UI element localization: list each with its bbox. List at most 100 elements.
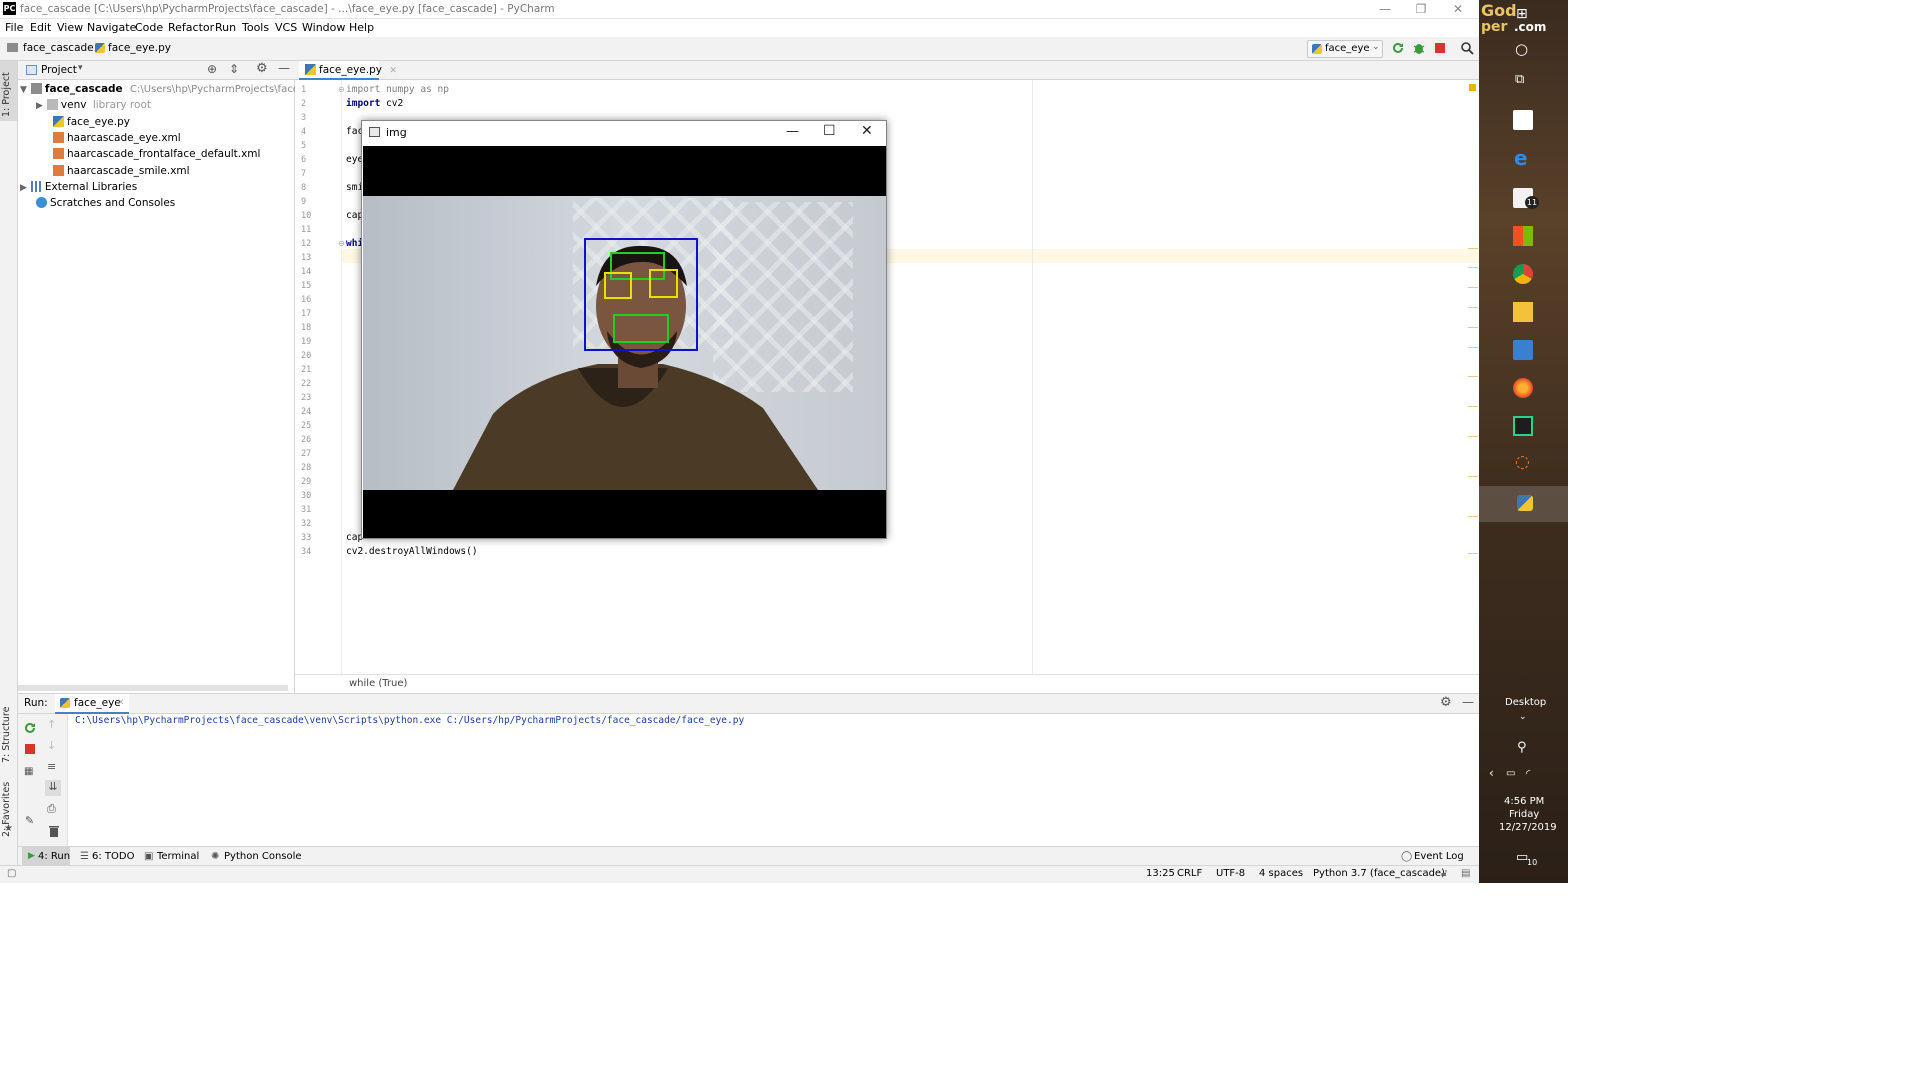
fold-icon[interactable]: ⊖: [338, 85, 345, 94]
structure-tab[interactable]: 7: Structure: [1, 697, 17, 763]
chrome-icon[interactable]: [1513, 264, 1533, 284]
remote-desktop-icon[interactable]: [1513, 340, 1533, 360]
restore-icon[interactable]: ❐: [1403, 0, 1439, 19]
clock-day[interactable]: Friday: [1509, 809, 1539, 820]
lock-icon[interactable]: 🔓︎: [1441, 868, 1447, 879]
caret-position[interactable]: 13:25: [1146, 868, 1175, 879]
menu-navigate[interactable]: Navigate: [87, 21, 136, 34]
chevron-down-icon[interactable]: ⌄: [1519, 712, 1527, 722]
up-arrow-icon[interactable]: ↑: [47, 718, 61, 732]
line-separator[interactable]: CRLF: [1177, 868, 1202, 879]
soft-wrap-icon[interactable]: ≡: [47, 760, 61, 774]
menu-file[interactable]: File: [5, 21, 23, 34]
pycharm-taskbar-icon[interactable]: [1513, 416, 1533, 436]
code-line-34[interactable]: cv2.destroyAllWindows(): [346, 546, 478, 557]
close-icon[interactable]: ✕: [861, 123, 873, 139]
run-tool-tab[interactable]: ▶ 4: Run: [22, 847, 70, 866]
rerun-icon[interactable]: [23, 721, 37, 735]
minimize-icon[interactable]: —: [786, 124, 799, 139]
store-icon[interactable]: [1513, 226, 1533, 246]
calendar-icon[interactable]: [1513, 110, 1533, 130]
firefox-icon[interactable]: [1513, 378, 1533, 398]
pin-icon[interactable]: ✎: [25, 814, 39, 828]
people-icon[interactable]: ⚲: [1517, 740, 1527, 755]
event-log-tool-tab[interactable]: Event Log: [1414, 851, 1464, 862]
error-stripe[interactable]: [1465, 80, 1479, 674]
menu-view[interactable]: View: [57, 21, 83, 34]
rerun-icon[interactable]: [1391, 41, 1405, 55]
memory-indicator-icon[interactable]: ▤: [1461, 868, 1470, 879]
tree-item-venv[interactable]: ▶ venv library root: [36, 97, 151, 113]
file-encoding[interactable]: UTF-8: [1216, 868, 1245, 879]
collapse-all-icon[interactable]: ⇕: [229, 62, 239, 76]
code-line-1[interactable]: import numpy as np: [346, 84, 449, 95]
hide-panel-icon[interactable]: —: [278, 61, 290, 75]
stop-icon[interactable]: [23, 742, 37, 756]
clock-time[interactable]: 4:56 PM: [1504, 796, 1544, 807]
code-line-2[interactable]: import cv2: [346, 98, 403, 109]
tree-item-file[interactable]: haarcascade_eye.xml: [53, 130, 181, 146]
close-icon[interactable]: ✕: [1440, 0, 1476, 19]
horizontal-scrollbar[interactable]: [18, 685, 288, 691]
python-interpreter[interactable]: Python 3.7 (face_cascade): [1313, 868, 1445, 879]
desktop-label[interactable]: Desktop: [1505, 697, 1546, 708]
chevron-left-icon[interactable]: ‹: [1489, 766, 1494, 780]
nav-project[interactable]: face_cascade: [23, 42, 94, 54]
terminal-tool-tab[interactable]: Terminal: [157, 851, 199, 862]
img-window[interactable]: img — ☐ ✕: [361, 120, 887, 539]
run-config-select[interactable]: face_eye ⌄: [1307, 40, 1383, 58]
cortana-icon[interactable]: ○: [1515, 40, 1528, 58]
chevron-down-icon[interactable]: ▾: [78, 63, 83, 73]
layout-icon[interactable]: ▦: [24, 766, 38, 780]
active-task-highlight[interactable]: [1479, 486, 1568, 522]
tool-windows-toggle-icon[interactable]: ▢: [7, 868, 16, 879]
minimize-icon[interactable]: —: [1367, 0, 1403, 19]
down-arrow-icon[interactable]: ↓: [47, 739, 61, 753]
hide-panel-icon[interactable]: —: [1462, 695, 1474, 709]
wifi-icon[interactable]: ◜: [1526, 767, 1530, 780]
print-icon[interactable]: ⎙: [47, 802, 61, 816]
tree-item-external-libraries[interactable]: ▶ External Libraries: [20, 179, 137, 195]
locate-icon[interactable]: ⊕: [207, 62, 217, 76]
search-icon[interactable]: [1460, 41, 1474, 55]
clock-date[interactable]: 12/27/2019: [1499, 822, 1557, 833]
menu-edit[interactable]: Edit: [30, 21, 51, 34]
fold-icon[interactable]: ⊖: [338, 239, 345, 248]
breadcrumb-item[interactable]: while (True): [349, 678, 407, 689]
menu-help[interactable]: Help: [349, 21, 374, 34]
scroll-to-end-icon[interactable]: ⇊: [45, 780, 61, 796]
menu-vcs[interactable]: VCS: [275, 21, 297, 34]
img-window-titlebar[interactable]: img — ☐ ✕: [362, 121, 886, 146]
tree-item-file[interactable]: haarcascade_frontalface_default.xml: [53, 146, 260, 162]
console-output[interactable]: C:\Users\hp\PycharmProjects\face_cascade…: [75, 715, 744, 726]
battery-icon[interactable]: ▭: [1506, 768, 1515, 779]
close-tab-icon[interactable]: ✕: [389, 66, 397, 76]
editor-tab-face-eye[interactable]: face_eye.py ✕: [299, 61, 397, 80]
file-explorer-icon[interactable]: [1513, 302, 1533, 322]
project-tool-tab[interactable]: 1: Project: [0, 61, 17, 121]
run-tab[interactable]: face_eye ✕: [55, 694, 129, 714]
menu-refactor[interactable]: Refactor: [168, 21, 214, 34]
edge-icon[interactable]: e: [1514, 146, 1528, 170]
jupyter-icon[interactable]: ◌: [1515, 452, 1530, 472]
tree-item-scratches[interactable]: Scratches and Consoles: [36, 195, 175, 211]
nav-file[interactable]: face_eye.py: [108, 42, 171, 54]
maximize-icon[interactable]: ☐: [823, 123, 836, 139]
menu-tools[interactable]: Tools: [242, 21, 269, 34]
gear-icon[interactable]: ⚙: [1440, 695, 1452, 710]
project-panel-title[interactable]: Project: [41, 64, 77, 76]
todo-tool-tab[interactable]: 6: TODO: [92, 851, 134, 862]
trash-icon[interactable]: [47, 824, 61, 838]
task-view-icon[interactable]: ⧉: [1515, 72, 1524, 87]
indent-setting[interactable]: 4 spaces: [1259, 868, 1303, 879]
menu-window[interactable]: Window: [302, 21, 345, 34]
python-console-tool-tab[interactable]: Python Console: [224, 851, 302, 862]
stop-icon[interactable]: [1433, 41, 1447, 55]
tree-item-file[interactable]: haarcascade_smile.xml: [53, 163, 190, 179]
tree-item-file[interactable]: face_eye.py: [53, 114, 130, 130]
menu-code[interactable]: Code: [135, 21, 163, 34]
debug-icon[interactable]: [1412, 41, 1426, 55]
gear-icon[interactable]: ⚙: [256, 61, 268, 76]
close-tab-icon[interactable]: ✕: [117, 698, 125, 708]
menu-run[interactable]: Run: [215, 21, 236, 34]
